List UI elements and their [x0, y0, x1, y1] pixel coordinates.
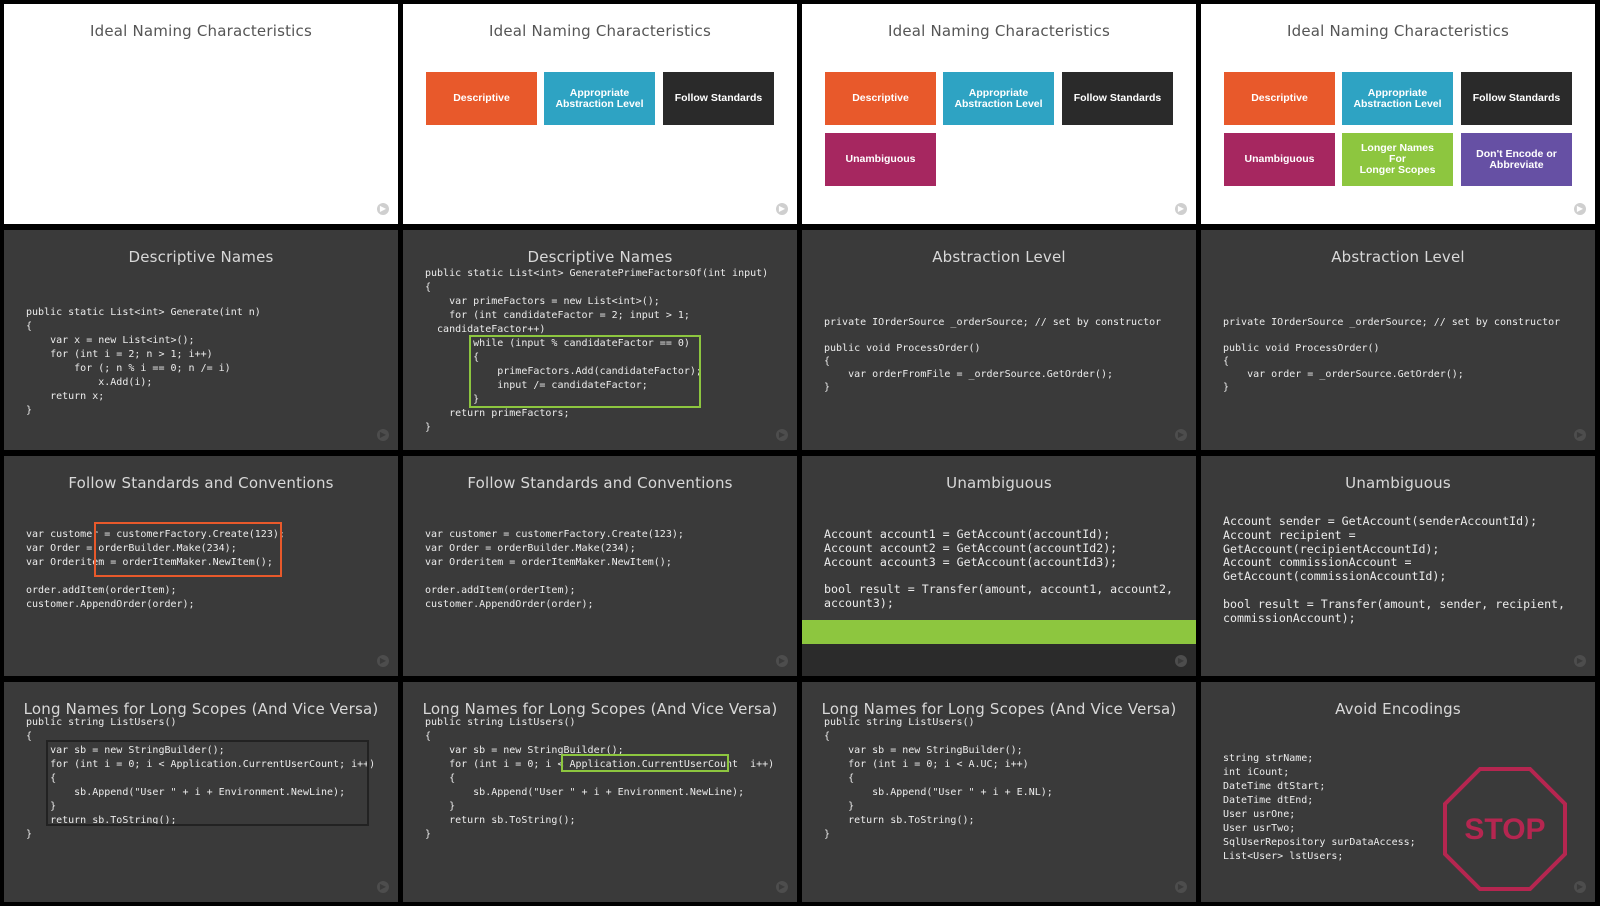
slide-9[interactable]: Follow Standards and Conventions var cus…	[4, 456, 398, 676]
tile-abstraction: Appropriate Abstraction Level	[943, 72, 1054, 125]
tile-unambiguous: Unambiguous	[825, 133, 936, 186]
slide-title: Avoid Encodings	[1335, 700, 1461, 718]
slide-title: Ideal Naming Characteristics	[1286, 22, 1510, 40]
tile-longer-names: Longer Names For Longer Scopes	[1342, 133, 1453, 186]
slide-7[interactable]: Abstraction Level private IOrderSource _…	[802, 230, 1196, 450]
logo-icon: ▶	[1574, 655, 1586, 667]
slide-title: Abstraction Level	[932, 248, 1066, 266]
logo-icon: ▶	[1175, 203, 1187, 215]
logo-icon: ▶	[776, 655, 788, 667]
slide-8[interactable]: Abstraction Level private IOrderSource _…	[1201, 230, 1595, 450]
stop-sign-icon: STOP	[1443, 767, 1567, 891]
code-block: private IOrderSource _orderSource; // se…	[1223, 317, 1561, 393]
slide-11[interactable]: Unambiguous Account account1 = GetAccoun…	[802, 456, 1196, 676]
logo-icon: ▶	[776, 881, 788, 893]
slide-title: Ideal Naming Characteristics	[887, 22, 1111, 40]
slide-12[interactable]: Unambiguous Account sender = GetAccount(…	[1201, 456, 1595, 676]
slide-2[interactable]: Ideal Naming Characteristics Descriptive…	[403, 4, 797, 224]
tile-standards: Follow Standards	[663, 72, 774, 125]
slide-5[interactable]: Descriptive Names public static List<int…	[4, 230, 398, 450]
slide-3[interactable]: Ideal Naming Characteristics Descriptive…	[802, 4, 1196, 224]
code-block: public string ListUsers() { var sb = new…	[824, 717, 1053, 840]
slide-15[interactable]: Long Names for Long Scopes (And Vice Ver…	[802, 682, 1196, 902]
tile-descriptive: Descriptive	[426, 72, 537, 125]
highlight-box	[561, 754, 729, 772]
slide-4[interactable]: Ideal Naming Characteristics Descriptive…	[1201, 4, 1595, 224]
slide-10[interactable]: Follow Standards and Conventions var cus…	[403, 456, 797, 676]
code-block: private IOrderSource _orderSource; // se…	[824, 317, 1162, 393]
footer-band	[802, 644, 1196, 676]
highlight-band	[802, 620, 1196, 644]
logo-icon: ▶	[377, 655, 389, 667]
slide-title: Follow Standards and Conventions	[467, 474, 733, 492]
code-block: public static List<int> Generate(int n) …	[26, 307, 261, 416]
logo-icon: ▶	[377, 203, 389, 215]
slide-title: Descriptive Names	[527, 248, 673, 266]
logo-icon: ▶	[1574, 881, 1586, 893]
tile-dont-encode: Don't Encode or Abbreviate	[1461, 133, 1572, 186]
slide-16[interactable]: Avoid Encodings string strName; int iCou…	[1201, 682, 1595, 902]
slide-title: Descriptive Names	[128, 248, 274, 266]
code-block: string strName; int iCount; DateTime dtS…	[1223, 753, 1416, 862]
logo-icon: ▶	[1175, 429, 1187, 441]
code-block: public string ListUsers() { var sb = new…	[425, 717, 775, 840]
slide-title: Ideal Naming Characteristics	[89, 22, 313, 40]
slide-14[interactable]: Long Names for Long Scopes (And Vice Ver…	[403, 682, 797, 902]
highlight-box	[46, 740, 369, 826]
slide-title: Ideal Naming Characteristics	[488, 22, 712, 40]
logo-icon: ▶	[776, 429, 788, 441]
tile-abstraction: Appropriate Abstraction Level	[544, 72, 655, 125]
slide-title: Unambiguous	[946, 474, 1052, 492]
stop-sign-text: STOP	[1464, 813, 1545, 846]
tile-unambiguous: Unambiguous	[1224, 133, 1335, 186]
tile-descriptive: Descriptive	[1224, 72, 1335, 125]
slide-title: Follow Standards and Conventions	[68, 474, 334, 492]
tile-standards: Follow Standards	[1062, 72, 1173, 125]
slide-13[interactable]: Long Names for Long Scopes (And Vice Ver…	[4, 682, 398, 902]
highlight-box	[94, 522, 282, 577]
code-block: Account sender = GetAccount(senderAccoun…	[1223, 514, 1566, 625]
slide-6[interactable]: Descriptive Names public static List<int…	[403, 230, 797, 450]
slide-title: Abstraction Level	[1331, 248, 1465, 266]
tile-descriptive: Descriptive	[825, 72, 936, 125]
logo-icon: ▶	[1175, 881, 1187, 893]
highlight-box	[469, 335, 701, 408]
logo-icon: ▶	[776, 203, 788, 215]
code-block: Account account1 = GetAccount(accountId)…	[824, 527, 1174, 610]
tile-standards: Follow Standards	[1461, 72, 1572, 125]
logo-icon: ▶	[377, 429, 389, 441]
slide-1[interactable]: Ideal Naming Characteristics ▶	[4, 4, 398, 224]
tile-abstraction: Appropriate Abstraction Level	[1342, 72, 1453, 125]
slide-title: Unambiguous	[1345, 474, 1451, 492]
logo-icon: ▶	[1175, 655, 1187, 667]
logo-icon: ▶	[377, 881, 389, 893]
logo-icon: ▶	[1574, 429, 1586, 441]
logo-icon: ▶	[1574, 203, 1586, 215]
code-block: var customer = customerFactory.Create(12…	[425, 529, 684, 610]
